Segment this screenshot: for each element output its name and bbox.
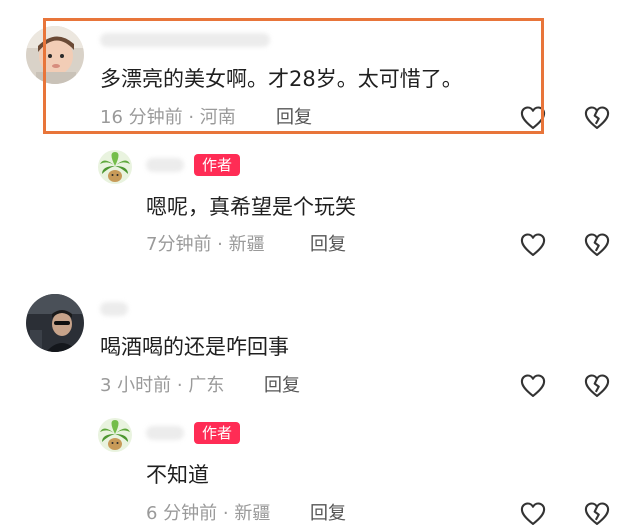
man-in-car-avatar-icon	[26, 294, 84, 352]
dislike-button[interactable]	[583, 231, 611, 259]
palm-plant-avatar-icon	[98, 418, 132, 452]
dislike-button[interactable]	[583, 104, 611, 132]
dislike-button[interactable]	[583, 500, 611, 528]
author-badge: 作者	[194, 154, 241, 176]
like-button[interactable]	[519, 231, 547, 259]
comment-time-location: 6 分钟前 · 新疆	[146, 503, 271, 524]
heart-outline-icon	[520, 233, 546, 256]
comment-text: 不知道	[146, 463, 209, 487]
heart-outline-icon	[520, 502, 546, 525]
broken-heart-outline-icon	[584, 374, 610, 397]
username-blurred[interactable]	[100, 302, 128, 316]
like-button[interactable]	[519, 500, 547, 528]
username-blurred[interactable]	[146, 426, 184, 440]
broken-heart-outline-icon	[584, 233, 610, 256]
comment-text: 嗯呢，真希望是个玩笑	[146, 195, 356, 219]
dislike-button[interactable]	[583, 372, 611, 400]
highlight-box	[43, 18, 544, 134]
broken-heart-outline-icon	[584, 502, 610, 525]
broken-heart-outline-icon	[584, 106, 610, 129]
comment-text: 喝酒喝的还是咋回事	[100, 335, 289, 359]
palm-plant-avatar-icon	[98, 150, 132, 184]
reply-button[interactable]: 回复	[264, 374, 300, 398]
author-avatar[interactable]	[98, 418, 132, 452]
comment-time-location: 7分钟前 · 新疆	[146, 234, 265, 255]
reply-button[interactable]: 回复	[310, 233, 346, 257]
username-blurred[interactable]	[146, 158, 184, 172]
reply-button[interactable]: 回复	[310, 502, 346, 526]
comment-time-location: 3 小时前 · 广东	[100, 375, 225, 396]
heart-outline-icon	[520, 374, 546, 397]
author-avatar[interactable]	[98, 150, 132, 184]
avatar[interactable]	[26, 294, 84, 352]
author-badge: 作者	[194, 422, 241, 444]
like-button[interactable]	[519, 372, 547, 400]
